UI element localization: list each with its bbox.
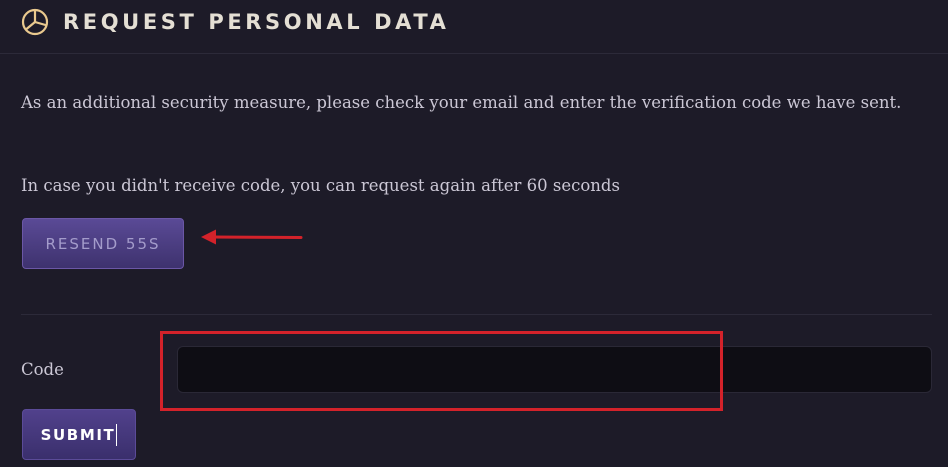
code-input[interactable] xyxy=(177,346,932,393)
page-header: REQUEST PERSONAL DATA xyxy=(0,0,948,54)
annotation-arrow xyxy=(201,229,303,245)
code-label: Code xyxy=(21,360,64,379)
resend-button[interactable]: RESEND 55S xyxy=(22,218,184,269)
submit-label: SUBMIT xyxy=(40,425,116,444)
submit-button[interactable]: SUBMIT xyxy=(22,409,136,460)
pie-chart-icon xyxy=(21,8,49,36)
text-cursor xyxy=(116,423,118,446)
section-divider xyxy=(21,314,932,315)
security-message: As an additional security measure, pleas… xyxy=(21,93,902,112)
resend-message: In case you didn't receive code, you can… xyxy=(21,176,620,195)
page-title: REQUEST PERSONAL DATA xyxy=(63,10,450,34)
